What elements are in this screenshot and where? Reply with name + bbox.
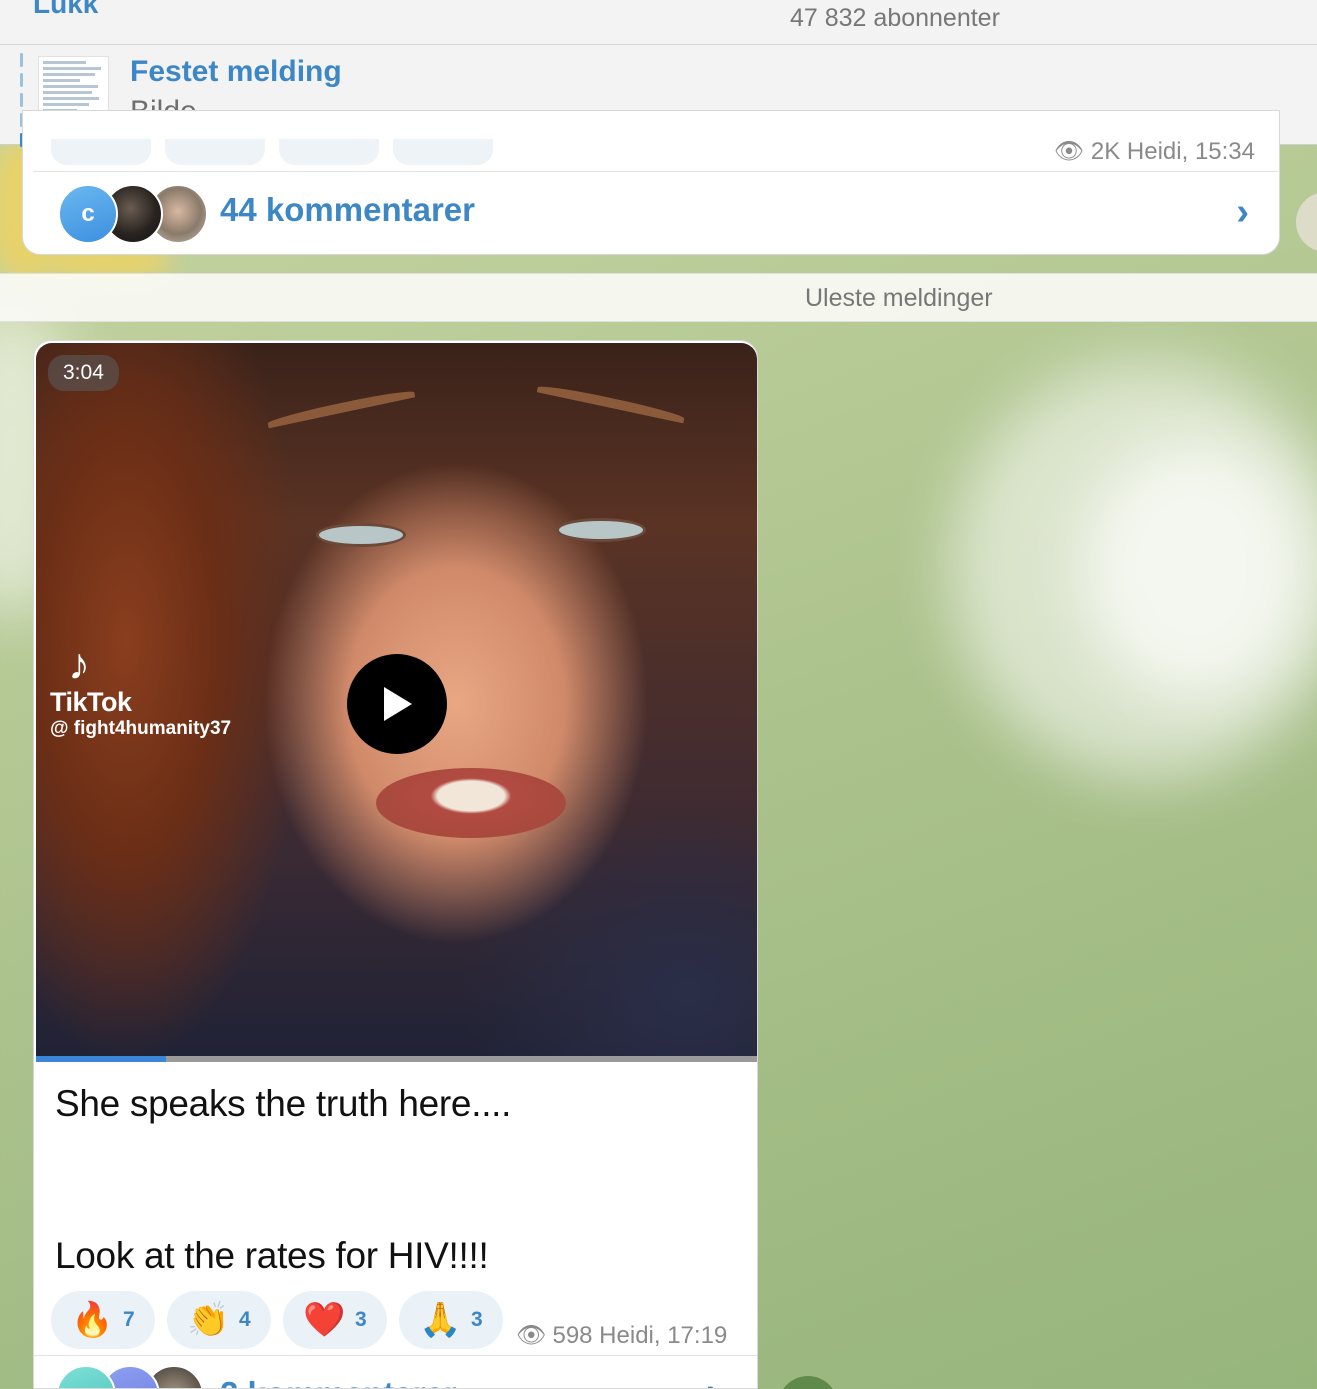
channel-header: Lukk 47 832 abonnenter	[0, 0, 1317, 45]
video-progress-fill	[36, 1056, 166, 1062]
video-frame-detail	[266, 387, 416, 429]
unread-separator: Uleste meldinger	[0, 273, 1317, 322]
reaction-clap[interactable]: 👏 4	[167, 1291, 271, 1349]
comments-link[interactable]: 2 kommentarer	[220, 1375, 457, 1388]
comments-label: kommentarer	[265, 191, 475, 228]
pinned-title: Festet melding	[130, 55, 342, 88]
comments-link[interactable]: 44 kommentarer	[220, 191, 475, 229]
video-frame-detail	[376, 768, 566, 838]
video-frame-detail	[316, 523, 406, 547]
video-player[interactable]: 3:04 ♪ TikTok @ fight4humanity37	[36, 343, 757, 1062]
reaction-count: 4	[239, 1308, 251, 1331]
reaction-count: 7	[123, 1308, 135, 1331]
avatar	[56, 1365, 116, 1388]
message-views-text: 598 Heidi, 17:19	[552, 1322, 728, 1349]
heart-icon: ❤️	[303, 1301, 346, 1339]
video-frame-detail	[556, 518, 646, 542]
chevron-right-icon[interactable]: ›	[706, 1371, 719, 1388]
chevron-right-icon[interactable]: ›	[1236, 191, 1249, 234]
clap-icon: 👏	[187, 1301, 230, 1339]
previous-reactions[interactable]	[51, 139, 507, 170]
previous-message-meta: 👁 2K Heidi, 15:34	[1054, 137, 1255, 166]
tiktok-brand: TikTok	[50, 687, 132, 717]
close-button[interactable]: Lukk	[33, 0, 98, 20]
comments-count: 44	[220, 191, 257, 228]
video-progress-bar[interactable]	[36, 1056, 757, 1062]
reaction-pray[interactable]: 🙏 3	[399, 1291, 503, 1349]
eye-icon: 👁	[1053, 138, 1085, 165]
tiktok-logo-icon: ♪	[68, 640, 90, 689]
message-meta: 👁 598 Heidi, 17:19	[516, 1321, 727, 1350]
tiktok-watermark: ♪ TikTok @ fight4humanity37	[50, 643, 231, 740]
video-message: 3:04 ♪ TikTok @ fight4humanity37 She spe…	[33, 340, 758, 1389]
video-duration: 3:04	[48, 355, 119, 391]
play-icon	[384, 687, 412, 721]
previous-views-text: 2K Heidi, 15:34	[1090, 138, 1255, 165]
eye-icon: 👁	[516, 1322, 547, 1349]
message-text-line-2: Look at the rates for HIV!!!!	[55, 1235, 489, 1276]
previous-message-card: 👁 2K Heidi, 15:34 c 44 kommentarer ›	[22, 110, 1280, 255]
tiktok-handle: @ fight4humanity37	[50, 718, 232, 739]
reaction-heart[interactable]: ❤️ 3	[283, 1291, 387, 1349]
pray-icon: 🙏	[419, 1301, 462, 1339]
divider	[33, 171, 1279, 172]
unread-label: Uleste meldinger	[805, 284, 993, 312]
message-text-line-1: She speaks the truth here....	[55, 1083, 512, 1124]
play-button[interactable]	[347, 654, 447, 754]
reaction-fire[interactable]: 🔥 7	[51, 1291, 155, 1349]
reaction-count: 3	[355, 1308, 367, 1331]
divider	[34, 1355, 757, 1356]
video-frame-detail	[536, 382, 686, 424]
avatar: c	[58, 184, 118, 244]
subscriber-count: 47 832 abonnenter	[790, 4, 1000, 32]
reaction-count: 3	[471, 1308, 483, 1331]
fire-icon: 🔥	[71, 1301, 114, 1339]
